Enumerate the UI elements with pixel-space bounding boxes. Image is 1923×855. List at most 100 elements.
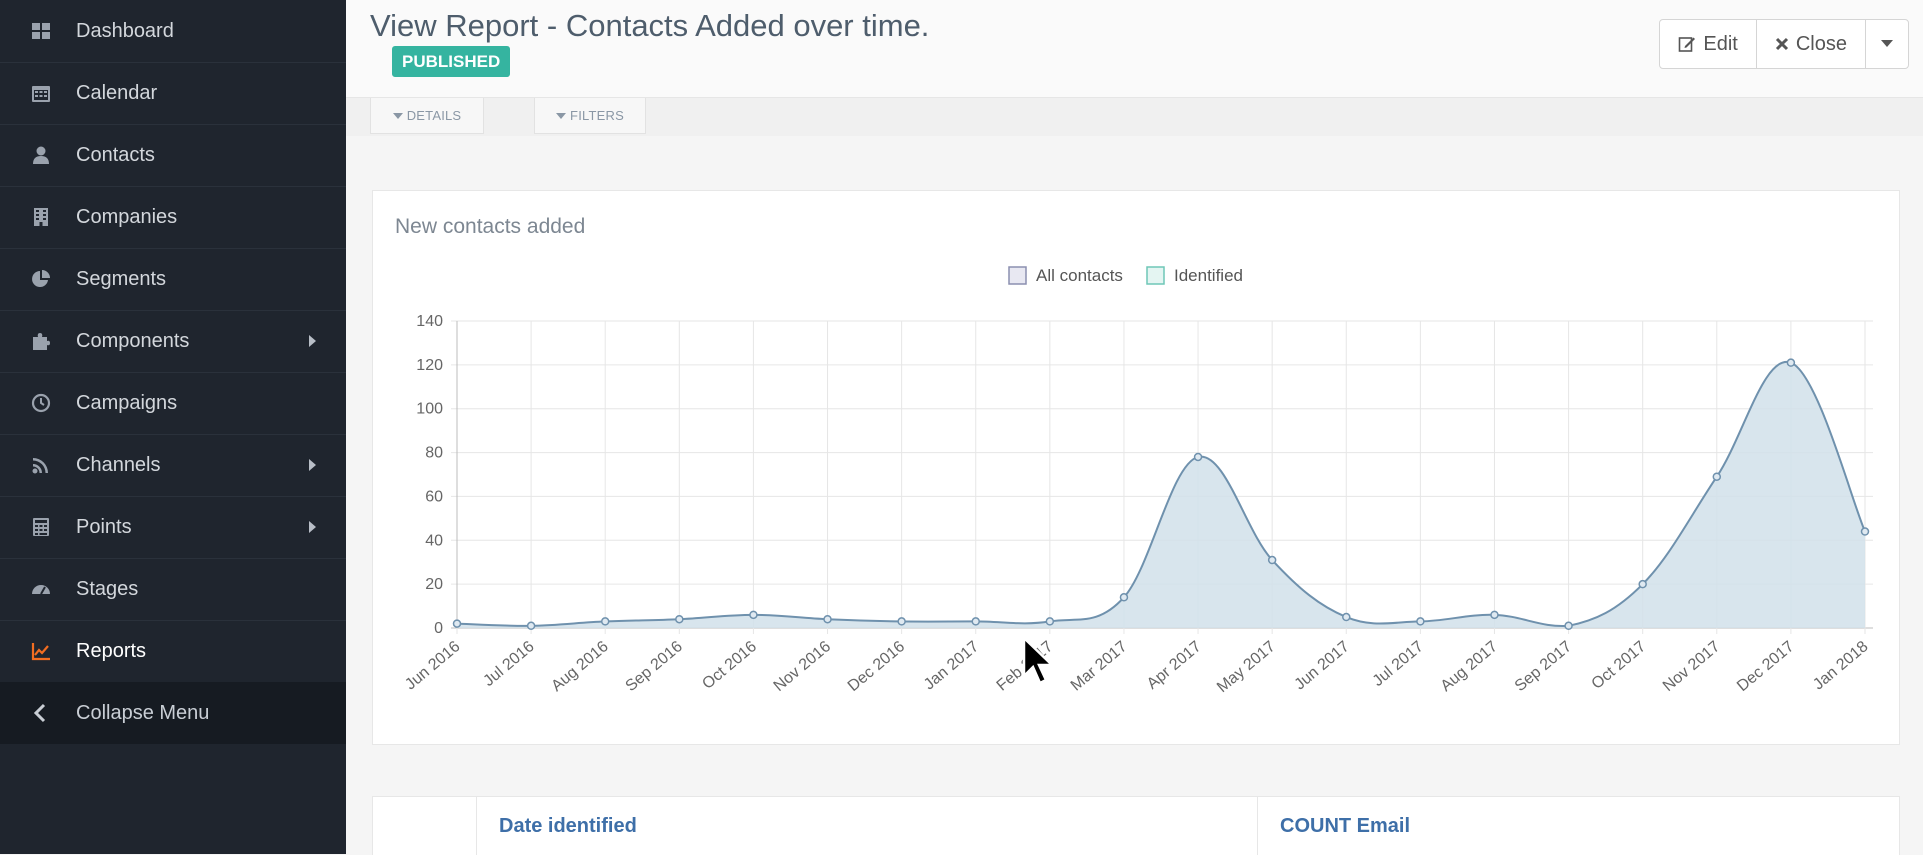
x-tick-label: Mar 2017 xyxy=(1068,638,1131,695)
chart-panel: New contacts added 0 20 40 60 80 100 120 140 Jun… xyxy=(372,190,1900,745)
sidebar-item-companies[interactable]: Companies xyxy=(0,186,346,249)
edit-button[interactable]: Edit xyxy=(1660,20,1757,68)
data-point xyxy=(1712,472,1722,481)
y-tick-label: 140 xyxy=(416,313,443,330)
legend-swatch-all-contacts xyxy=(1008,266,1027,285)
x-tick-label: Sep 2016 xyxy=(622,638,685,695)
more-options-button[interactable] xyxy=(1866,20,1908,68)
legend-label-identified: Identified xyxy=(1174,266,1243,285)
legend-label-all-contacts: All contacts xyxy=(1036,266,1123,285)
tachometer-icon xyxy=(30,578,52,600)
y-tick-label: 60 xyxy=(425,488,443,505)
sidebar-item-components[interactable]: Components xyxy=(0,310,346,373)
y-tick-label: 0 xyxy=(434,620,443,637)
data-point xyxy=(1860,527,1870,536)
data-point xyxy=(823,614,832,624)
dashboard-icon xyxy=(30,20,52,42)
x-tick-label: Oct 2017 xyxy=(1589,638,1650,693)
close-button[interactable]: Close xyxy=(1757,20,1866,68)
x-tick-label: Nov 2017 xyxy=(1660,638,1723,695)
data-point xyxy=(1045,617,1055,626)
sidebar-item-contacts[interactable]: Contacts xyxy=(0,124,346,187)
mouse-cursor-icon xyxy=(1022,636,1056,685)
sidebar-item-stages[interactable]: Stages xyxy=(0,558,346,621)
caret-down-icon xyxy=(1881,40,1893,47)
sidebar-item-label: Reports xyxy=(76,639,147,662)
data-point xyxy=(1267,555,1277,565)
data-point xyxy=(526,621,536,631)
report-table: Date identified COUNT Email xyxy=(372,796,1900,855)
sidebar-item-label: Channels xyxy=(76,453,161,476)
sidebar-item-dashboard[interactable]: Dashboard xyxy=(0,0,346,63)
data-point xyxy=(1786,358,1796,367)
sidebar-item-label: Calendar xyxy=(76,81,158,104)
tab-filters[interactable]: FILTERS xyxy=(534,98,646,134)
tab-details-label: DETAILS xyxy=(406,108,462,123)
sidebar-item-reports[interactable]: Reports xyxy=(0,620,346,683)
tab-details[interactable]: DETAILS xyxy=(370,98,484,134)
column-header-date-identified[interactable]: Date identified xyxy=(499,797,637,855)
x-tick-label: Nov 2016 xyxy=(771,638,834,695)
x-tick-label: May 2017 xyxy=(1214,638,1279,696)
rss-icon xyxy=(30,454,52,476)
submenu-arrow-icon xyxy=(309,335,316,347)
submenu-arrow-icon xyxy=(309,459,316,471)
data-point xyxy=(1119,593,1129,602)
sidebar: Dashboard Calendar Contacts Companies Segmen… xyxy=(0,0,346,854)
data-point xyxy=(1638,579,1647,589)
column-divider xyxy=(476,797,477,855)
pie-chart-icon xyxy=(30,268,52,290)
data-point xyxy=(1193,452,1203,462)
y-tick-label: 40 xyxy=(425,532,443,549)
sidebar-item-label: Companies xyxy=(76,205,178,228)
report-tabs-bar: DETAILS FILTERS xyxy=(346,98,1923,136)
clock-icon xyxy=(30,392,52,414)
x-tick-label: Jun 2017 xyxy=(1291,638,1352,693)
x-tick-label: Sep 2017 xyxy=(1512,638,1575,695)
x-tick-label: Dec 2017 xyxy=(1734,638,1797,695)
sidebar-item-label: Dashboard xyxy=(76,19,174,42)
legend-swatch-identified xyxy=(1146,266,1165,285)
sidebar-item-segments[interactable]: Segments xyxy=(0,248,346,311)
user-icon xyxy=(30,144,52,166)
column-header-count-email[interactable]: COUNT Email xyxy=(1280,797,1410,855)
data-point xyxy=(600,617,610,626)
x-tick-label: Aug 2017 xyxy=(1438,638,1501,695)
collapse-menu-label: Collapse Menu xyxy=(76,701,210,724)
submenu-arrow-icon xyxy=(309,521,316,533)
sidebar-item-label: Contacts xyxy=(76,143,155,166)
x-tick-label: Jul 2016 xyxy=(480,638,537,690)
chevron-left-icon xyxy=(30,702,52,724)
calendar-icon xyxy=(30,82,52,104)
sidebar-item-label: Components xyxy=(76,329,190,352)
x-tick-label: Jun 2016 xyxy=(402,638,463,693)
close-icon xyxy=(1775,37,1788,51)
data-point xyxy=(675,614,684,624)
data-point xyxy=(1342,612,1351,622)
data-point xyxy=(971,617,980,626)
sidebar-item-calendar[interactable]: Calendar xyxy=(0,62,346,125)
x-tick-label: Jan 2018 xyxy=(1810,638,1871,693)
x-tick-label: Apr 2017 xyxy=(1144,638,1205,693)
data-point xyxy=(452,619,462,628)
close-label: Close xyxy=(1795,32,1847,55)
status-badge: PUBLISHED xyxy=(392,46,511,77)
x-tick-label: Jan 2017 xyxy=(921,638,982,693)
x-tick-label: Aug 2016 xyxy=(548,638,611,695)
collapse-menu-button[interactable]: Collapse Menu xyxy=(0,682,346,744)
calculator-icon xyxy=(30,516,52,538)
sidebar-item-label: Segments xyxy=(76,267,167,290)
sidebar-item-points[interactable]: Points xyxy=(0,496,346,559)
x-tick-label: Oct 2016 xyxy=(699,638,760,693)
y-tick-label: 120 xyxy=(416,357,443,374)
edit-icon xyxy=(1679,37,1696,52)
sidebar-item-campaigns[interactable]: Campaigns xyxy=(0,372,346,435)
action-button-group: Edit Close xyxy=(1659,19,1909,69)
data-point xyxy=(749,610,758,620)
page-title: View Report - Contacts Added over time. xyxy=(370,8,930,43)
column-divider xyxy=(1257,797,1258,855)
contacts-area-chart: 020406080100120140Jun 2016 Jul 2016 Aug 20… xyxy=(402,266,1873,696)
sidebar-item-channels[interactable]: Channels xyxy=(0,434,346,497)
data-point xyxy=(1564,621,1573,631)
x-tick-label: Jul 2017 xyxy=(1370,638,1427,690)
